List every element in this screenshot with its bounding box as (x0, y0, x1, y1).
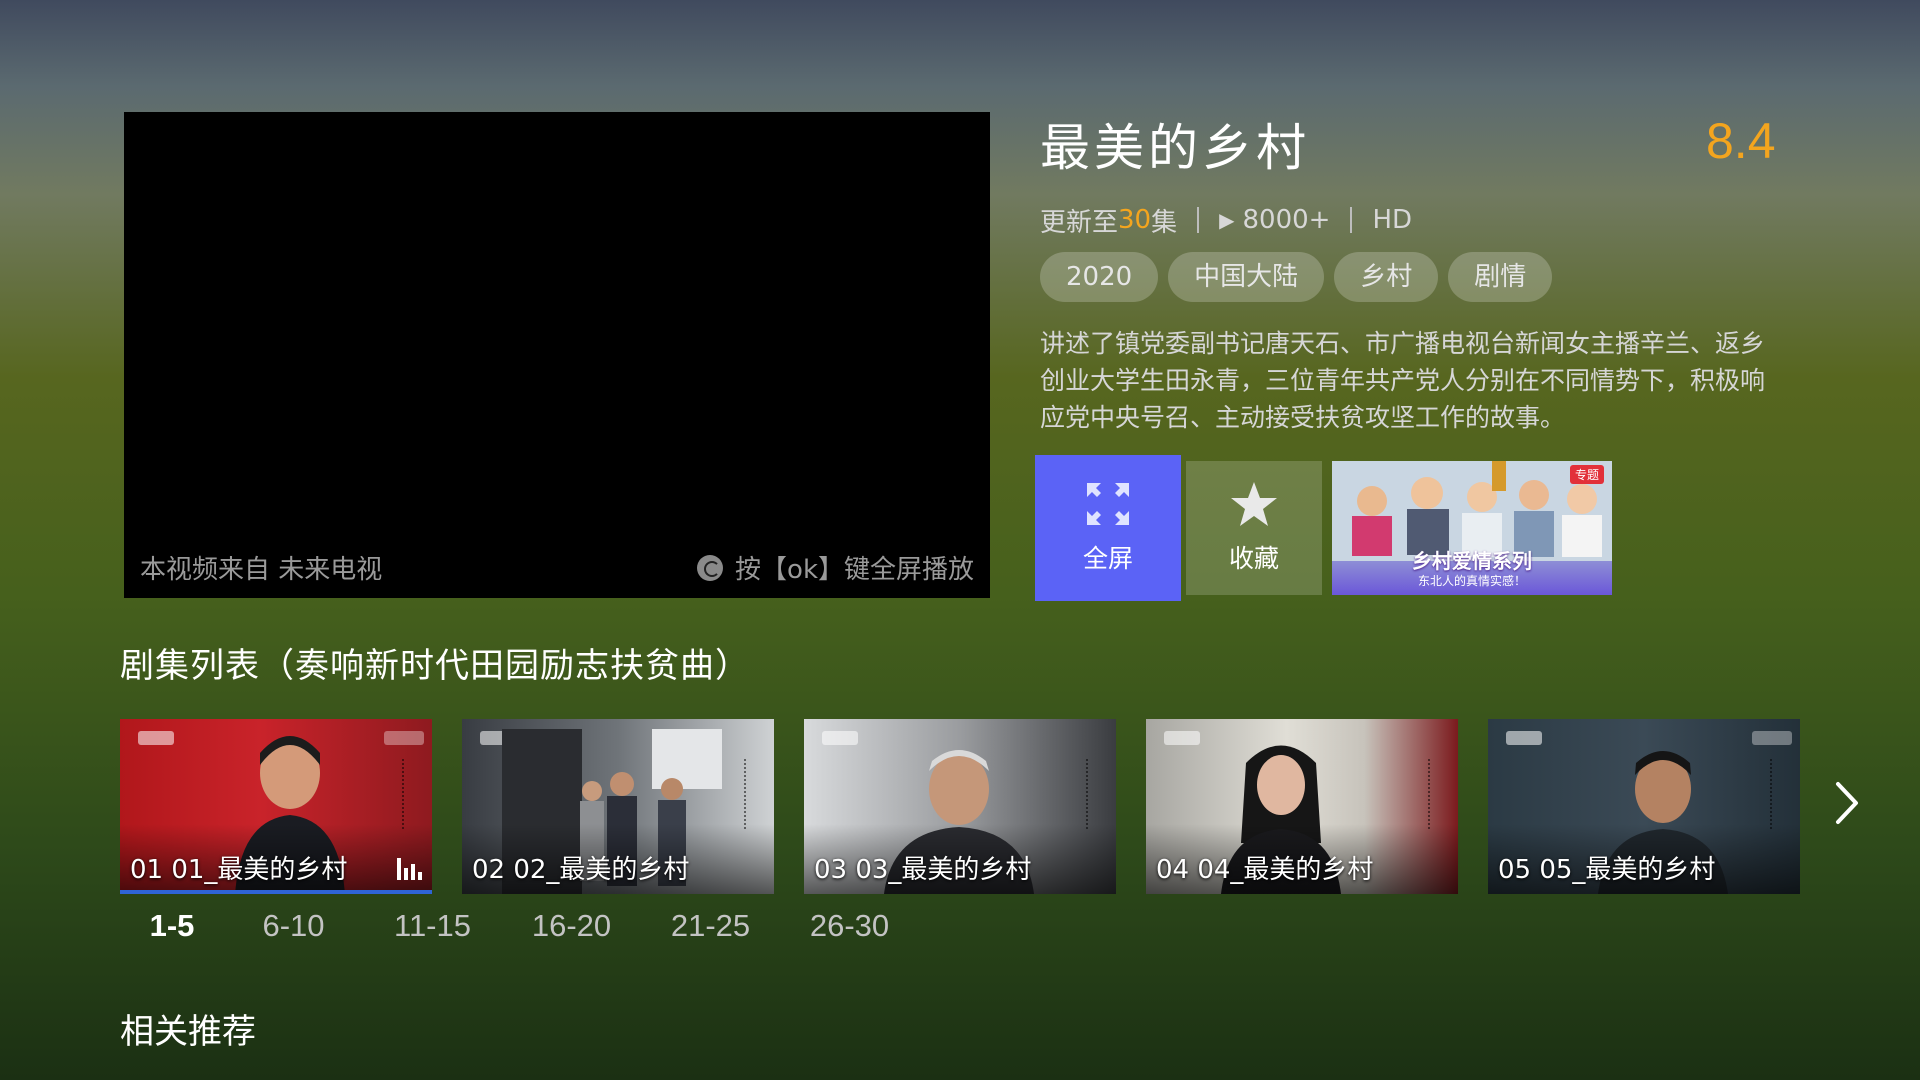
title-watermark (1770, 759, 1782, 829)
playing-progress-bar (120, 890, 432, 894)
tab-range-21-25[interactable]: 21-25 (641, 908, 780, 944)
promo-title: 乡村爱情系列 (1412, 549, 1532, 573)
show-rating: 8.4 (1706, 113, 1776, 169)
chevron-right-icon[interactable] (1832, 778, 1862, 828)
promo-badge: 专题 (1569, 465, 1604, 484)
channel-watermark (384, 731, 424, 745)
expand-arrows-icon (1087, 483, 1129, 525)
play-count: 8000+ (1242, 205, 1331, 235)
title-watermark (1086, 759, 1098, 829)
recommend-header: 相关推荐 (120, 1012, 256, 1052)
episode-card-3[interactable]: 03 03_最美的乡村 (804, 719, 1116, 894)
tag-theme: 乡村 (1334, 252, 1439, 302)
channel-logo (138, 731, 174, 745)
fullscreen-hint: 按【ok】键全屏播放 (697, 549, 974, 586)
tab-range-6-10[interactable]: 6-10 (224, 908, 363, 944)
episode-label: 03 03_最美的乡村 (814, 855, 1032, 885)
tab-range-16-20[interactable]: 16-20 (502, 908, 641, 944)
fullscreen-label: 全屏 (1082, 544, 1133, 573)
update-prefix: 更新至 (1040, 207, 1119, 238)
favorite-label: 收藏 (1228, 544, 1279, 573)
channel-logo (1506, 731, 1542, 745)
play-triangle-icon: ▶ (1219, 208, 1235, 232)
tag-list: 2020 中国大陆 乡村 剧情 (1040, 252, 1553, 302)
meta-divider (1197, 207, 1200, 233)
meta-divider (1350, 207, 1353, 233)
channel-logo (822, 731, 858, 745)
tab-range-11-15[interactable]: 11-15 (363, 908, 502, 944)
show-description: 讲述了镇党委副书记唐天石、市广播电视台新闻女主播辛兰、返乡创业大学生田永青，三位… (1040, 329, 1766, 432)
channel-logo (1164, 731, 1200, 745)
episode-label: 05 05_最美的乡村 (1498, 855, 1716, 885)
star-icon (1231, 482, 1277, 526)
episode-card-2[interactable]: 02 02_最美的乡村 (462, 719, 774, 894)
episode-label: 02 02_最美的乡村 (472, 855, 690, 885)
episode-label: 04 04_最美的乡村 (1156, 855, 1374, 885)
fullscreen-hint-text: 按【ok】键全屏播放 (735, 555, 974, 585)
episode-list-header: 剧集列表（奏响新时代田园励志扶贫曲） (120, 646, 750, 686)
title-watermark (1428, 759, 1440, 829)
update-suffix: 集 (1151, 207, 1178, 238)
quality-badge: HD (1372, 205, 1413, 235)
equalizer-icon (397, 858, 422, 880)
episode-card-1[interactable]: 01 01_最美的乡村 (120, 719, 432, 894)
favorite-button[interactable]: 收藏 (1186, 461, 1322, 595)
promo-banner[interactable]: 专题 乡村爱情系列 东北人的真情实感！ (1332, 461, 1612, 595)
update-count: 30 (1118, 205, 1152, 235)
title-watermark (744, 759, 756, 829)
episode-label: 01 01_最美的乡村 (130, 855, 348, 885)
show-meta: 更新至 30 集 ▶ 8000+ HD (1040, 200, 1412, 240)
ok-remote-icon (697, 554, 724, 581)
fullscreen-button[interactable]: 全屏 (1035, 455, 1181, 601)
promo-subtitle: 东北人的真情实感！ (1417, 574, 1526, 588)
video-player[interactable]: 本视频来自 未来电视 按【ok】键全屏播放 (124, 112, 990, 598)
show-title: 最美的乡村 (1040, 119, 1310, 177)
tab-range-26-30[interactable]: 26-30 (780, 908, 919, 944)
tab-range-1-5[interactable]: 1-5 (120, 908, 224, 944)
episode-range-tabs: 1-5 6-10 11-15 16-20 21-25 26-30 (120, 908, 919, 944)
channel-watermark (1752, 731, 1792, 745)
video-source-text: 本视频来自 未来电视 (140, 555, 383, 585)
tag-region: 中国大陆 (1168, 252, 1325, 302)
episode-card-4[interactable]: 04 04_最美的乡村 (1146, 719, 1458, 894)
tag-year: 2020 (1040, 252, 1159, 302)
episode-list: 01 01_最美的乡村 02 02_最美的乡村 03 03_最美的乡村 04 0… (120, 719, 1800, 894)
episode-card-5[interactable]: 05 05_最美的乡村 (1488, 719, 1800, 894)
tag-genre: 剧情 (1448, 252, 1553, 302)
title-watermark (402, 759, 414, 829)
